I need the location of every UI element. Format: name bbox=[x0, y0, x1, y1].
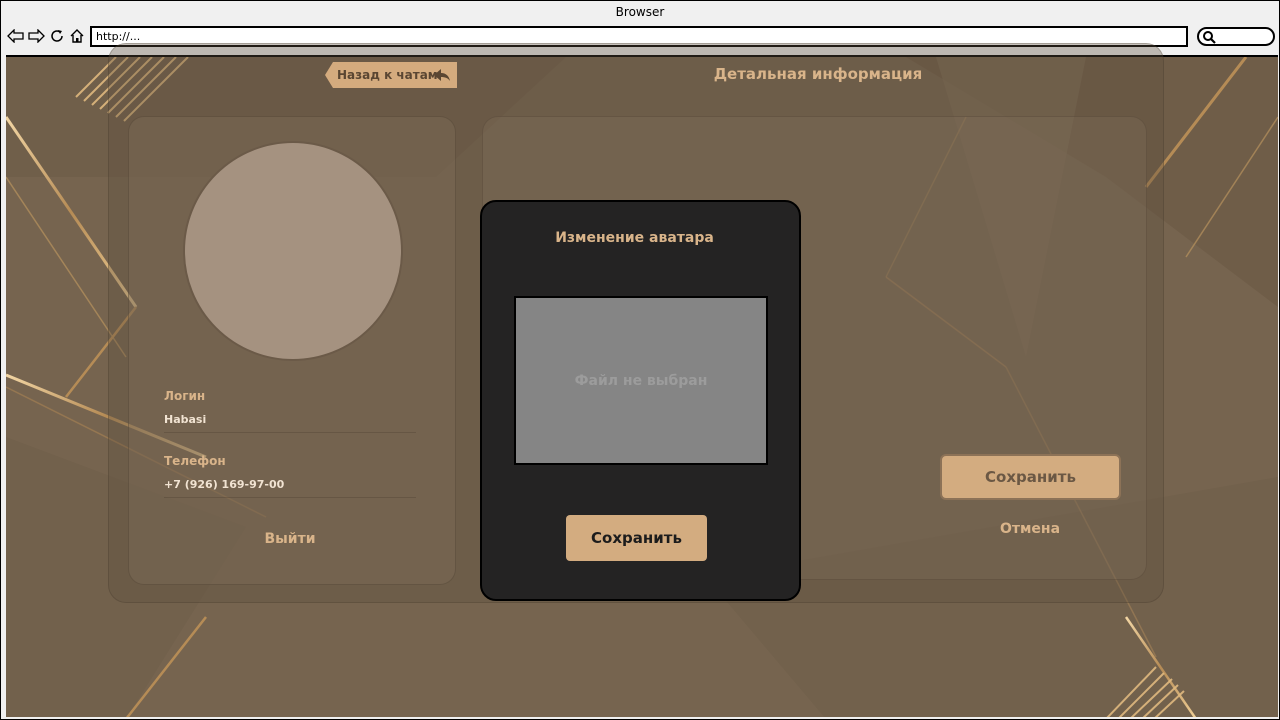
file-placeholder-text: Файл не выбран bbox=[574, 372, 708, 389]
phone-label: Телефон bbox=[164, 454, 226, 468]
save-button[interactable]: Сохранить bbox=[940, 454, 1121, 500]
change-avatar-modal: Изменение аватара Файл не выбран Сохрани… bbox=[480, 200, 801, 601]
cancel-button[interactable]: Отмена bbox=[970, 521, 1090, 543]
login-label: Логин bbox=[164, 389, 206, 403]
search-icon bbox=[1203, 31, 1216, 44]
back-to-chats-label: Назад к чатам bbox=[337, 68, 438, 82]
page-title: Детальная информация bbox=[713, 65, 923, 83]
reply-arrow-icon bbox=[434, 69, 450, 81]
avatar[interactable] bbox=[183, 141, 403, 361]
login-value: Habasi bbox=[164, 413, 207, 426]
forward-arrow-icon[interactable] bbox=[27, 28, 45, 44]
home-icon[interactable] bbox=[68, 28, 86, 44]
browser-title: Browser bbox=[615, 5, 665, 19]
file-select-area[interactable]: Файл не выбран bbox=[514, 296, 768, 465]
logout-button[interactable]: Выйти bbox=[220, 531, 360, 555]
modal-title: Изменение аватара bbox=[555, 230, 714, 246]
back-arrow-icon[interactable] bbox=[7, 28, 25, 44]
login-divider bbox=[164, 432, 416, 433]
phone-value: +7 (926) 169-97-00 bbox=[164, 478, 285, 491]
reload-icon[interactable] bbox=[48, 28, 66, 44]
modal-save-button[interactable]: Сохранить bbox=[566, 515, 707, 561]
browser-search-field[interactable] bbox=[1197, 27, 1275, 46]
phone-divider bbox=[164, 497, 416, 498]
back-to-chats-button[interactable]: Назад к чатам bbox=[325, 62, 457, 88]
